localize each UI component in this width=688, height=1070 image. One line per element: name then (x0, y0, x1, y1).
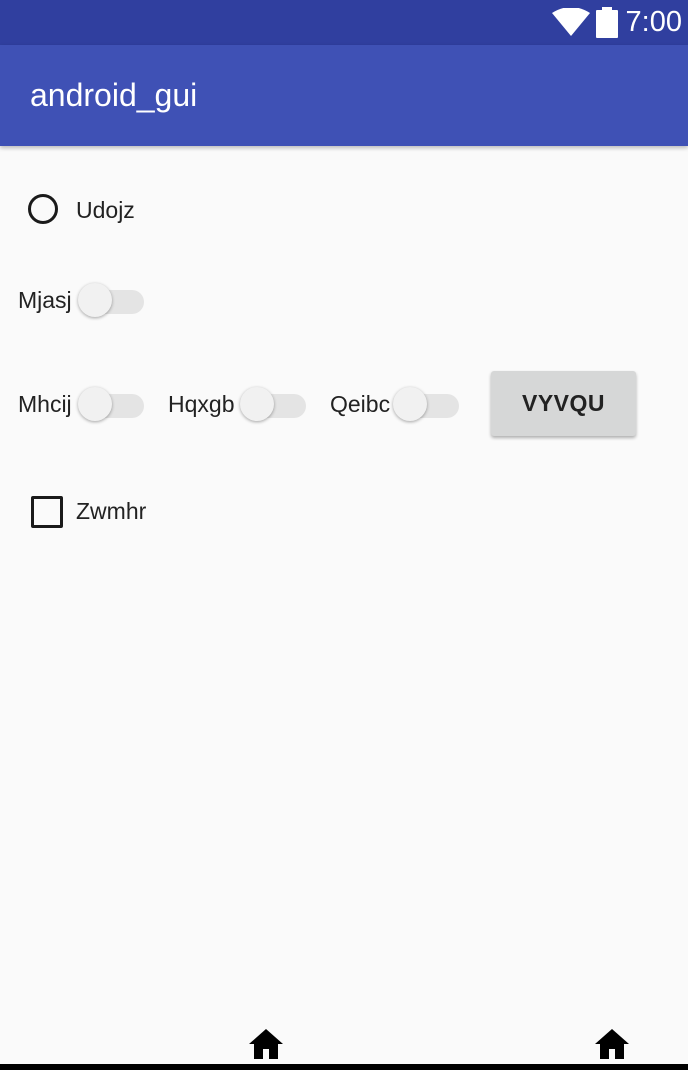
app-title: android_gui (30, 77, 198, 113)
vyvqu-button[interactable]: VYVQU (491, 371, 636, 436)
wifi-icon (552, 8, 590, 36)
nav-bottom-edge (0, 1064, 688, 1070)
switch-mjasj[interactable] (78, 281, 144, 317)
switch-qeibc-label: Qeibc (330, 391, 391, 417)
home-icon[interactable] (594, 1028, 630, 1060)
switch-thumb[interactable] (240, 387, 274, 421)
radio-label: Udojz (76, 197, 135, 223)
radio-circle-icon[interactable] (28, 194, 58, 224)
switch-thumb[interactable] (78, 387, 112, 421)
battery-icon (596, 7, 618, 38)
checkbox-label: Zwmhr (76, 498, 147, 524)
switch-mhcij-label: Mhcij (18, 391, 72, 417)
switch-qeibc[interactable] (393, 385, 459, 421)
status-time: 7:00 (625, 6, 682, 38)
home-icon[interactable] (248, 1028, 284, 1060)
app-bar: android_gui (0, 45, 688, 146)
switch-mhcij[interactable] (78, 385, 144, 421)
switch-hqxgb[interactable] (240, 385, 306, 421)
switch-hqxgb-label: Hqxgb (168, 391, 235, 417)
checkbox-box-icon[interactable] (31, 496, 63, 528)
switch-mjasj-label: Mjasj (18, 287, 72, 313)
switch-thumb[interactable] (393, 387, 427, 421)
status-bar: 7:00 (0, 0, 688, 45)
switch-thumb[interactable] (78, 283, 112, 317)
navigation-bar (0, 1020, 688, 1070)
